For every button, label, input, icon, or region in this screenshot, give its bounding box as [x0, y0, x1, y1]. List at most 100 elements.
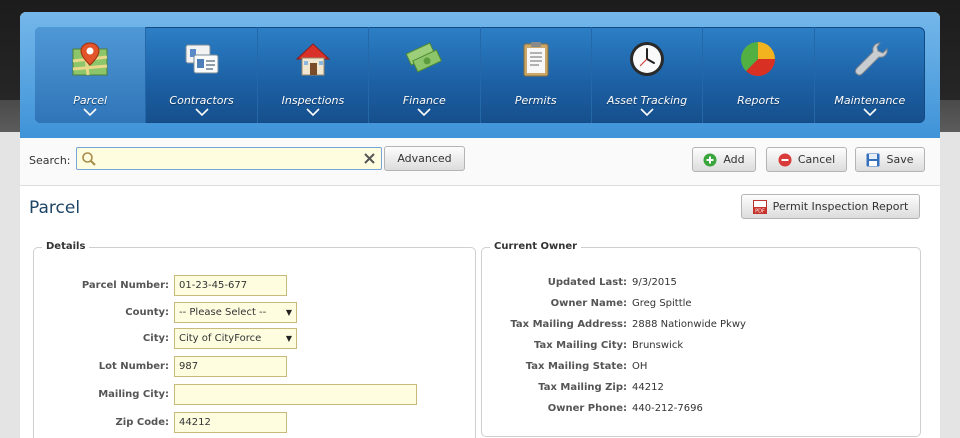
nav-label: Inspections	[281, 94, 345, 107]
city-row: City: City of CityForce ▼	[34, 327, 297, 349]
city-label: City:	[142, 332, 169, 344]
nav-item-parcel[interactable]: Parcel	[35, 27, 147, 123]
clipboard-icon	[523, 42, 549, 77]
tax-mailing-city-value: Brunswick	[632, 339, 684, 351]
tax-mailing-zip-label: Tax Mailing Zip:	[538, 381, 627, 393]
details-legend: Details	[42, 241, 90, 252]
chevron-down-icon	[194, 108, 209, 117]
owner-row: Owner Phone: 440-212-7696	[482, 397, 703, 419]
nav-label: Finance	[402, 94, 446, 107]
pdf-icon: PDF	[752, 199, 767, 214]
nav-label: Contractors	[169, 94, 234, 107]
updated-last-value: 9/3/2015	[632, 276, 677, 288]
search-box[interactable]	[76, 147, 382, 170]
owner-phone-label: Owner Phone:	[547, 402, 627, 414]
zip-code-row: Zip Code: 44212	[34, 411, 287, 433]
parcel-number-field[interactable]: 01-23-45-677	[174, 274, 287, 296]
map-pin-icon	[72, 42, 108, 76]
lot-number-field[interactable]: 987	[174, 355, 287, 377]
tax-mailing-address-value: 2888 Nationwide Pkwy	[632, 318, 746, 330]
search-input[interactable]	[99, 149, 357, 168]
owner-phone-value: 440-212-7696	[632, 402, 703, 414]
permit-inspection-report-button[interactable]: PDF Permit Inspection Report	[741, 194, 920, 219]
money-icon	[405, 42, 443, 73]
zip-code-label: Zip Code:	[115, 416, 169, 428]
lot-number-label: Lot Number:	[98, 360, 169, 372]
updated-last-label: Updated Last:	[547, 276, 627, 288]
id-card-icon	[185, 44, 219, 74]
details-panel: Details Parcel Number: 01-23-45-677 Coun…	[33, 241, 476, 438]
nav-item-asset-tracking[interactable]: Asset Tracking	[592, 27, 704, 123]
mailing-city-label: Mailing City:	[98, 388, 169, 400]
close-icon[interactable]	[364, 153, 375, 164]
nav-item-maintenance[interactable]: Maintenance	[815, 27, 925, 123]
lot-number-row: Lot Number: 987	[34, 355, 287, 377]
owner-row: Tax Mailing Address: 2888 Nationwide Pkw…	[482, 313, 746, 335]
svg-text:PDF: PDF	[755, 208, 765, 214]
nav-item-inspections[interactable]: Inspections	[258, 27, 370, 123]
tax-mailing-zip-value: 44212	[632, 381, 664, 393]
current-owner-panel: Current Owner Updated Last: 9/3/2015 Own…	[481, 241, 921, 437]
nav-item-contractors[interactable]: Contractors	[146, 27, 258, 123]
wrench-icon	[854, 42, 888, 76]
clock-icon	[630, 42, 665, 76]
mailing-city-field[interactable]	[174, 383, 417, 405]
chevron-down-icon	[863, 108, 877, 117]
nav-item-finance[interactable]: Finance	[369, 27, 481, 123]
tax-mailing-city-label: Tax Mailing City:	[533, 339, 627, 351]
search-label: Search:	[29, 154, 71, 167]
zip-code-field[interactable]: 44212	[174, 411, 287, 433]
nav-label: Permits	[514, 94, 557, 107]
owner-name-value: Greg Spittle	[632, 297, 692, 309]
owner-row: Updated Last: 9/3/2015	[482, 271, 677, 293]
search-icon	[82, 152, 96, 166]
county-select-value: -- Please Select --	[179, 306, 267, 318]
app-window: Parcel Contractors Inspections Finance P…	[20, 12, 940, 438]
tax-mailing-address-label: Tax Mailing Address:	[510, 318, 627, 330]
parcel-number-label: Parcel Number:	[81, 279, 169, 291]
chevron-down-icon	[306, 108, 320, 117]
save-icon	[866, 153, 880, 166]
nav-frame: Parcel Contractors Inspections Finance P…	[20, 12, 940, 138]
house-icon	[295, 43, 331, 76]
mailing-city-row: Mailing City:	[34, 383, 417, 405]
nav-item-reports[interactable]: Reports	[703, 27, 815, 123]
report-button-label: Permit Inspection Report	[772, 200, 909, 213]
chevron-down-icon	[83, 108, 97, 117]
owner-row: Tax Mailing State: OH	[482, 355, 648, 377]
city-select[interactable]: City of CityForce ▼	[174, 327, 297, 349]
owner-row: Tax Mailing Zip: 44212	[482, 376, 664, 398]
nav-item-permits[interactable]: Permits	[481, 27, 592, 123]
cancel-button-label: Cancel	[797, 153, 836, 166]
county-select[interactable]: -- Please Select -- ▼	[174, 301, 297, 323]
add-button-label: Add	[723, 153, 745, 166]
owner-row: Tax Mailing City: Brunswick	[482, 334, 683, 356]
add-icon	[703, 153, 717, 166]
county-row: County: -- Please Select -- ▼	[34, 301, 297, 323]
tax-mailing-state-value: OH	[632, 360, 648, 372]
nav-label: Parcel	[73, 94, 108, 107]
nav-label: Reports	[737, 94, 780, 107]
advanced-button[interactable]: Advanced	[384, 146, 465, 171]
toolbar: Search: Advanced Add Cancel Save	[20, 138, 940, 186]
tax-mailing-state-label: Tax Mailing State:	[525, 360, 627, 372]
county-label: County:	[125, 306, 169, 318]
cancel-button[interactable]: Cancel	[766, 147, 847, 172]
owner-name-label: Owner Name:	[550, 297, 627, 309]
save-button-label: Save	[886, 153, 914, 166]
chevron-down-icon	[640, 108, 654, 117]
add-button[interactable]: Add	[692, 147, 756, 172]
dropdown-arrow-icon: ▼	[285, 307, 292, 317]
dropdown-arrow-icon: ▼	[285, 333, 292, 343]
nav-label: Asset Tracking	[607, 94, 688, 107]
pie-chart-icon	[741, 42, 776, 76]
main-nav: Parcel Contractors Inspections Finance P…	[35, 27, 925, 123]
parcel-number-row: Parcel Number: 01-23-45-677	[34, 274, 287, 296]
city-select-value: City of CityForce	[179, 332, 262, 344]
save-button[interactable]: Save	[855, 147, 925, 172]
nav-label: Maintenance	[834, 94, 906, 107]
owner-row: Owner Name: Greg Spittle	[482, 292, 692, 314]
advanced-button-label: Advanced	[397, 152, 452, 165]
cancel-icon	[778, 153, 792, 166]
page-title: Parcel	[29, 198, 81, 218]
